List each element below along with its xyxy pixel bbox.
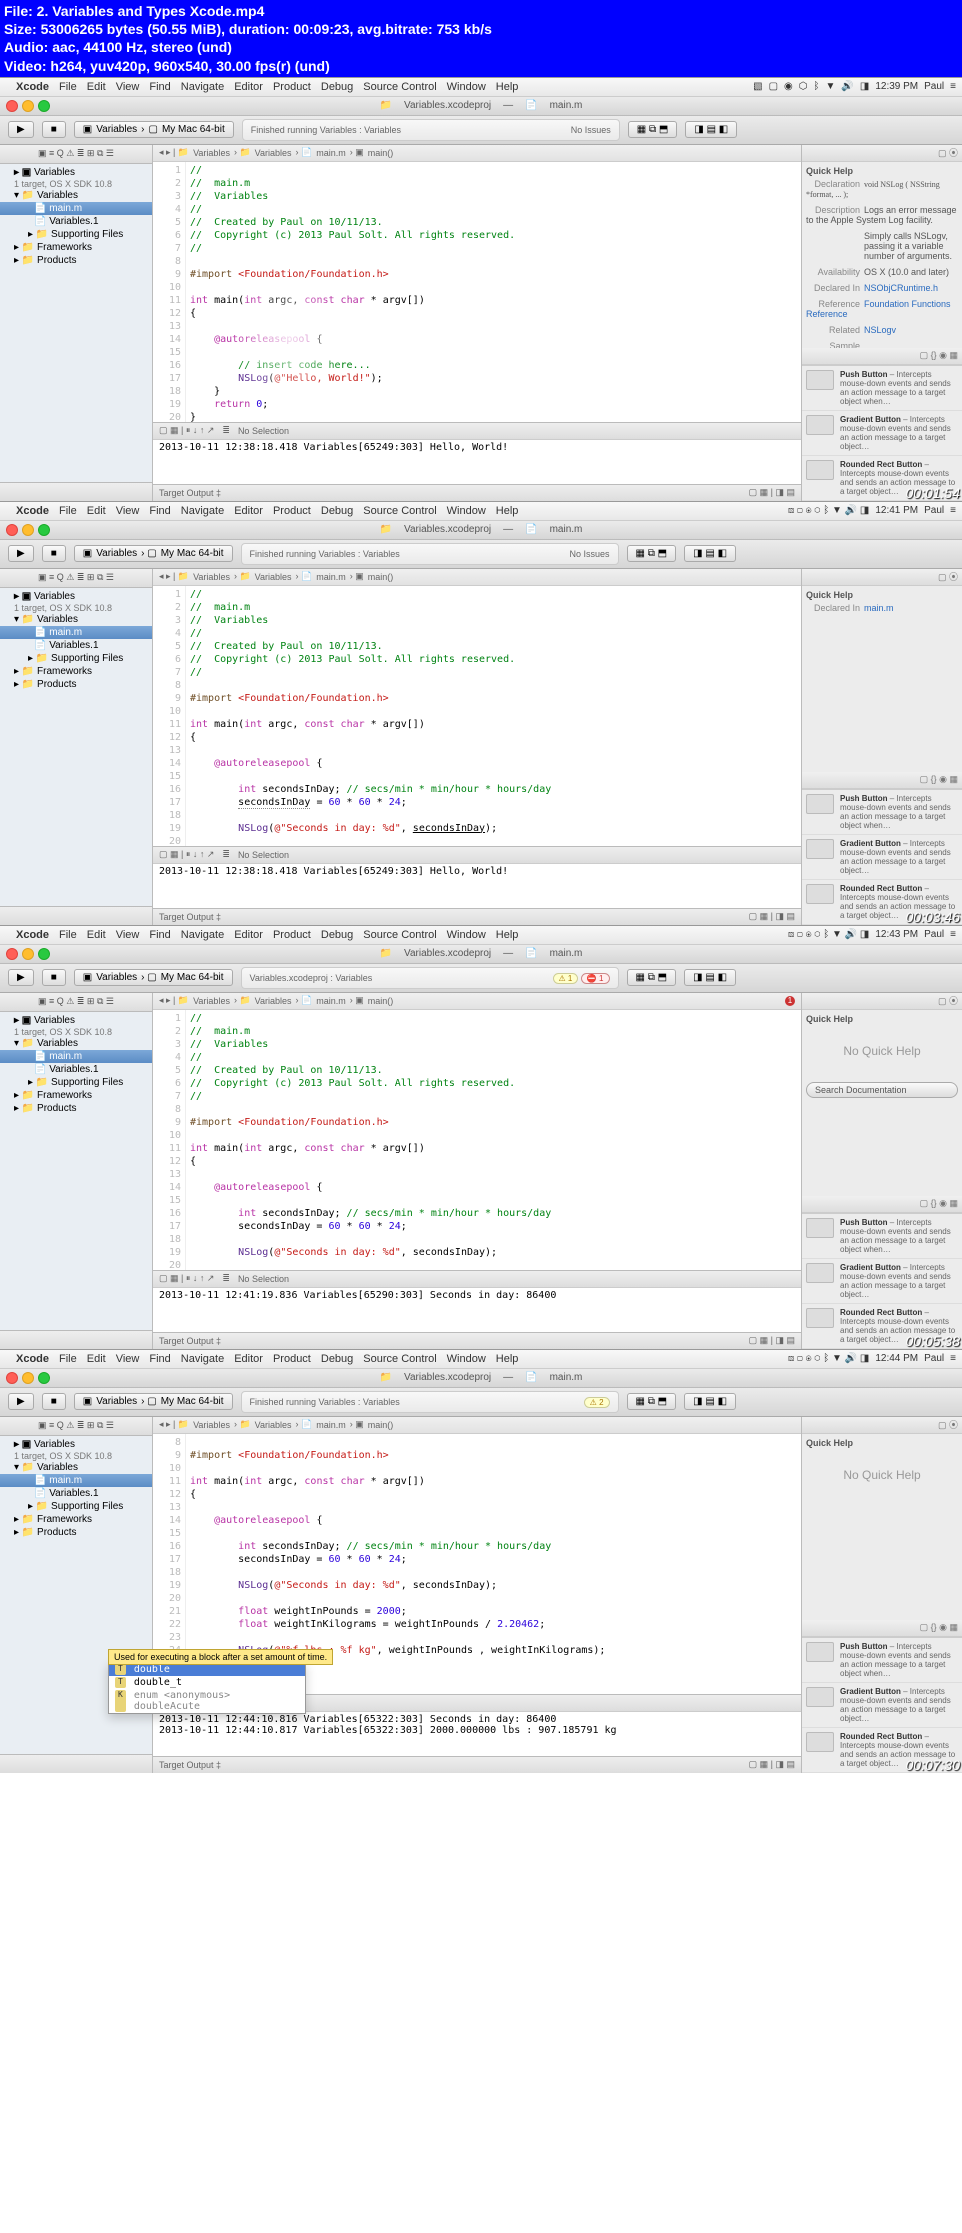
status-message: Finished running Variables : Variables (251, 125, 401, 135)
frame-3: Xcode FileEditViewFindNavigateEditorProd… (0, 925, 962, 1349)
menu-find[interactable]: Find (149, 81, 170, 93)
notification-icon[interactable]: ≡ (950, 81, 956, 92)
debug-toolbar[interactable]: ▢ ▦ | ⏸ ↓ ↑ ↗≣No Selection (153, 422, 801, 439)
stop-button[interactable]: ■ (42, 545, 66, 562)
minimize-icon[interactable] (22, 524, 34, 536)
menu-editor[interactable]: Editor (234, 81, 263, 93)
navigator-panel: ▣ ≡ Q ⚠ ≣ ⊞ ⧉ ☰ ▸ ▣ Variables 1 target, … (0, 145, 153, 501)
console-toggle-icon[interactable]: ▢ ▦ | ◨ ▤ (749, 487, 795, 498)
target-output[interactable]: Target Output ‡ (159, 488, 221, 498)
size-line: Size: 53006265 bytes (50.55 MiB), durati… (4, 20, 958, 38)
source-editor[interactable]: 1 2 3 4 5 6 7 8 9 10 11 12 13 14 15 16 1… (153, 162, 801, 422)
zoom-icon[interactable] (38, 100, 50, 112)
menu-source-control[interactable]: Source Control (363, 81, 436, 93)
line-gutter: 1 2 3 4 5 6 7 8 9 10 11 12 13 14 15 16 1… (153, 162, 186, 422)
menu-product[interactable]: Product (273, 81, 311, 93)
project-title: Variables.xcodeproj (404, 100, 491, 111)
display-icon[interactable]: ▢ (769, 81, 778, 92)
menubar[interactable]: Xcode FileEditViewFindNavigateEditorProd… (0, 502, 962, 521)
menu-navigate[interactable]: Navigate (181, 81, 224, 93)
autocomplete-item[interactable]: Kenum <anonymous> doubleAcute (109, 1689, 305, 1713)
object-library[interactable]: Push Button – Intercepts mouse-down even… (802, 365, 962, 501)
close-icon[interactable] (6, 100, 18, 112)
quick-help-title: Quick Help (806, 166, 853, 176)
file-title: main.m (550, 100, 583, 111)
menubar[interactable]: Xcode File Edit View Find Navigate Edito… (0, 78, 962, 97)
library-tabs[interactable]: ▢ {} ◉ ▦ (802, 348, 962, 365)
debug-console[interactable]: 2013-10-11 12:38:18.418 Variables[65249:… (153, 439, 801, 484)
frame-1: Xcode File Edit View Find Navigate Edito… (0, 77, 962, 501)
frame-2: Xcode FileEditViewFindNavigateEditorProd… (0, 501, 962, 925)
battery-icon[interactable]: ◨ (860, 81, 869, 92)
menu-view[interactable]: View (116, 81, 140, 93)
debug-console[interactable]: 2013-10-11 12:38:18.418 Variables[65249:… (153, 863, 801, 908)
navigator-filter[interactable] (0, 482, 152, 501)
menu-edit[interactable]: Edit (87, 81, 106, 93)
menu-help[interactable]: Help (496, 81, 519, 93)
source-editor[interactable]: 1 2 3 4 5 6 7 8 9 10 11 12 13 14 15 16 1… (153, 1010, 801, 1270)
status-issues: No Issues (571, 125, 611, 135)
activity-viewer: Finished running Variables : Variables N… (242, 119, 620, 141)
stop-button[interactable]: ■ (42, 121, 66, 138)
run-button[interactable]: ▶ (8, 121, 34, 138)
autocomplete-popup[interactable]: Tdouble Tdouble_t Kenum <anonymous> doub… (108, 1662, 306, 1714)
project-navigator[interactable]: ▸ ▣ Variables 1 target, OS X SDK 10.8 ▾ … (0, 164, 152, 482)
autocomplete-tooltip: Used for executing a block after a set a… (108, 1649, 333, 1665)
debug-console[interactable]: 2013-10-11 12:41:19.836 Variables[65290:… (153, 1287, 801, 1332)
file-main-m[interactable]: 📄 main.m (0, 202, 152, 215)
view-toggle-buttons[interactable]: ◨ ▤ ◧ (685, 121, 737, 138)
scheme-selector[interactable]: ▣Variables›▢My Mac 64-bit (74, 121, 234, 138)
camera-icon[interactable]: ◉ (784, 81, 793, 92)
menu-window[interactable]: Window (447, 81, 486, 93)
no-quick-help: No Quick Help (806, 1024, 958, 1078)
navigator-tabs[interactable]: ▣ ≡ Q ⚠ ≣ ⊞ ⧉ ☰ (0, 145, 152, 164)
stop-button[interactable]: ■ (42, 1393, 66, 1410)
media-info-header: File: 2. Variables and Types Xcode.mp4 S… (0, 0, 962, 77)
scheme-selector[interactable]: ▣ Variables › ▢ My Mac 64-bit (74, 545, 233, 562)
audio-line: Audio: aac, 44100 Hz, stereo (und) (4, 38, 958, 56)
window-titlebar: 📁Variables.xcodeproj—📄main.m (0, 97, 962, 116)
toolbar: ▶ ■ ▣Variables›▢My Mac 64-bit Finished r… (0, 116, 962, 145)
editor-mode-buttons[interactable]: ▦ ⧉ ⬒ (628, 121, 678, 138)
video-line: Video: h264, yuv420p, 960x540, 30.00 fps… (4, 57, 958, 75)
close-icon[interactable] (6, 524, 18, 536)
debug-console[interactable]: 2013-10-11 12:44:10.816 Variables[65322:… (153, 1711, 801, 1756)
wifi-icon[interactable]: ▼ (826, 81, 836, 92)
run-button[interactable]: ▶ (8, 1393, 34, 1410)
clock: 12:43 PM (875, 929, 918, 940)
dropbox-icon[interactable]: ⬡ (799, 81, 808, 92)
file-line: File: 2. Variables and Types Xcode.mp4 (4, 2, 958, 20)
menu-debug[interactable]: Debug (321, 81, 353, 93)
quick-help: Quick Help Declarationvoid NSLog ( NSStr… (802, 162, 962, 348)
error-indicator[interactable]: 1 (785, 996, 795, 1006)
user-menu[interactable]: Paul (924, 81, 944, 92)
editor-bottom-bar: Target Output ‡ ▢ ▦ | ◨ ▤ (153, 484, 801, 501)
bluetooth-icon[interactable]: ᛒ (814, 81, 820, 92)
inspector-tabs[interactable]: ▢ ⦿ (802, 145, 962, 162)
jump-bar[interactable]: ◂ ▸ | 📁 Variables › 📁 Variables › 📄 main… (153, 145, 801, 162)
source-editor[interactable]: 1 2 3 4 5 6 7 8 9 10 11 12 13 14 15 16 1… (153, 586, 801, 846)
search-documentation-button[interactable]: Search Documentation (806, 1082, 958, 1098)
utilities-panel: ▢ ⦿ Quick Help Declarationvoid NSLog ( N… (801, 145, 962, 501)
clock: 12:44 PM (875, 1353, 918, 1364)
clock[interactable]: 12:39 PM (875, 81, 918, 92)
autocomplete-item[interactable]: Tdouble_t (109, 1676, 305, 1689)
volume-icon[interactable]: 🔊 (841, 81, 853, 92)
stop-button[interactable]: ■ (42, 969, 66, 986)
minimize-icon[interactable] (22, 100, 34, 112)
screenflow-icon[interactable]: ▧ (753, 81, 762, 92)
no-quick-help: No Quick Help (806, 1448, 958, 1502)
editor-area: ◂ ▸ | 📁 Variables › 📁 Variables › 📄 main… (153, 145, 801, 501)
frame-4: Xcode FileEditViewFindNavigateEditorProd… (0, 1349, 962, 1773)
run-button[interactable]: ▶ (8, 545, 34, 562)
menu-xcode[interactable]: Xcode (16, 81, 49, 93)
run-button[interactable]: ▶ (8, 969, 34, 986)
menu-file[interactable]: File (59, 81, 77, 93)
clock[interactable]: 12:41 PM (875, 505, 918, 516)
zoom-icon[interactable] (38, 524, 50, 536)
